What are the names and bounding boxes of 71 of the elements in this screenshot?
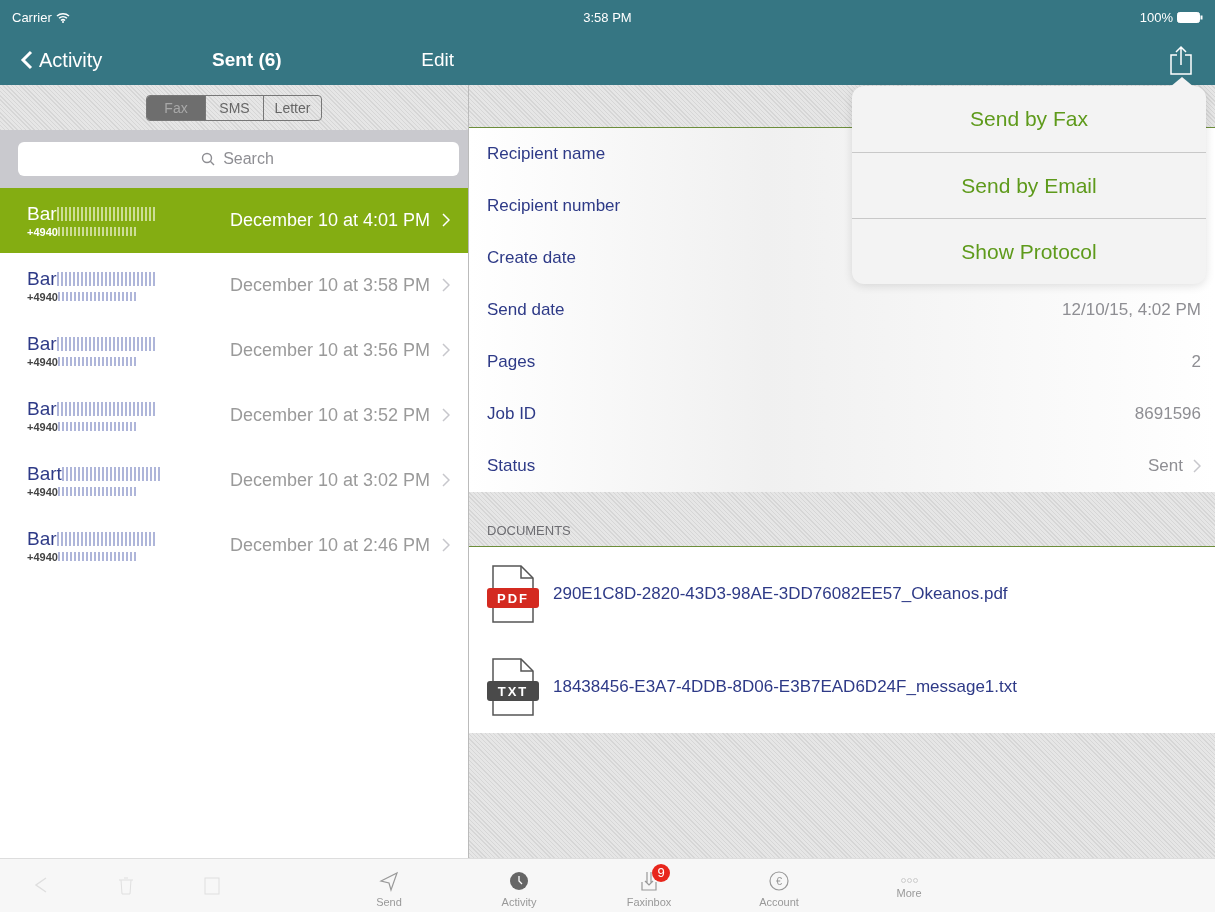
document-row[interactable]: TXT 18438456-E3A7-4DDB-8D06-E3B7EAD6D24F_message1.txt [469, 640, 1215, 733]
message-row[interactable]: Bar +4940 December 10 at 3:56 PM [0, 318, 468, 383]
battery-icon [1177, 12, 1203, 23]
message-row[interactable]: Bar +4940 December 10 at 3:52 PM [0, 383, 468, 448]
file-name: 18438456-E3A7-4DDB-8D06-E3B7EAD6D24F_message1.txt [553, 676, 1017, 697]
message-row[interactable]: Bar +4940 December 10 at 2:46 PM [0, 513, 468, 578]
search-field[interactable]: Search [18, 142, 459, 176]
battery-percent: 100% [1139, 10, 1173, 25]
euro-icon: € [768, 869, 790, 892]
menu-item[interactable]: Show Protocol [852, 218, 1206, 284]
detail-value: 12/10/15, 4:02 PM [1062, 300, 1201, 320]
badge-count: 9 [652, 863, 670, 882]
chevron-icon [442, 343, 450, 357]
detail-label: Status [487, 456, 536, 476]
recipient-number: +4940 [27, 550, 58, 563]
tab-bar-item[interactable]: Send [324, 863, 454, 908]
chevron-icon [442, 408, 450, 422]
recipient-name: Bart [27, 462, 62, 485]
search-icon [200, 152, 215, 166]
message-row[interactable]: Bar +4940 December 10 at 4:01 PM [0, 188, 468, 253]
chevron-icon [442, 538, 450, 552]
recipient-number: +4940 [27, 225, 58, 238]
recipient-number: +4940 [27, 420, 58, 433]
tab-bar-item[interactable]: Activity [454, 863, 584, 908]
recipient-name: Bar [27, 332, 57, 355]
message-row[interactable]: Bar +4940 December 10 at 3:58 PM [0, 253, 468, 318]
message-date: December 10 at 3:56 PM [229, 339, 430, 361]
detail-value: 2 [1191, 352, 1201, 372]
detail-value: 8691596 [1134, 404, 1201, 424]
chevron-icon [442, 473, 450, 487]
status-row[interactable]: Status Sent [469, 440, 1215, 492]
document-row[interactable]: PDF 290E1C8D-2820-43D3-98AE-3DD76082EE57_Okeanos.pdf [469, 547, 1215, 640]
share-icon[interactable] [1169, 45, 1193, 75]
detail-label: Job ID [487, 404, 537, 424]
detail-label: Recipient number [487, 196, 621, 216]
nav-title: Sent (6) [211, 49, 282, 71]
carrier-label: Carrier [12, 10, 52, 25]
message-date: December 10 at 4:01 PM [229, 209, 430, 231]
detail-label: Create date [487, 248, 576, 268]
segment-tab[interactable]: Letter [263, 95, 321, 120]
wifi-icon [55, 12, 70, 23]
message-date: December 10 at 3:02 PM [229, 469, 430, 491]
tab-bar-item[interactable]: € Account [714, 863, 844, 908]
recipient-name: Bar [27, 527, 57, 550]
recipient-name: Bar [27, 397, 57, 420]
menu-item[interactable]: Send by Fax [852, 86, 1206, 152]
detail-label: Send date [487, 300, 565, 320]
detail-label: Recipient name [487, 144, 606, 164]
menu-item[interactable]: Send by Email [852, 152, 1206, 218]
status-time: 3:58 PM [583, 10, 632, 25]
recipient-name: Bar [27, 202, 57, 225]
tab-bar-item[interactable]: Faxinbox 9 [584, 863, 714, 908]
message-date: December 10 at 3:52 PM [229, 404, 430, 426]
recipient-number: +4940 [27, 485, 58, 498]
back-button[interactable]: Activity [20, 48, 103, 72]
detail-label: Pages [487, 352, 536, 372]
recipient-number: +4940 [27, 290, 58, 303]
tab-bar-item[interactable]: More [844, 872, 974, 899]
detail-value: Sent [1148, 456, 1183, 476]
chevron-icon [442, 213, 450, 227]
recipient-name: Bar [27, 267, 57, 290]
message-date: December 10 at 2:46 PM [229, 534, 430, 556]
message-date: December 10 at 3:58 PM [229, 274, 430, 296]
edit-button[interactable]: Edit [421, 49, 454, 71]
recipient-number: +4940 [27, 355, 58, 368]
chevron-icon [442, 278, 450, 292]
message-row[interactable]: Bart +4940 December 10 at 3:02 PM [0, 448, 468, 513]
segment-tab[interactable]: SMS [205, 95, 263, 120]
file-name: 290E1C8D-2820-43D3-98AE-3DD76082EE57_Okeanos.pdf [553, 583, 1008, 604]
chevron-left-icon [20, 50, 33, 70]
chevron-icon [1193, 459, 1201, 473]
